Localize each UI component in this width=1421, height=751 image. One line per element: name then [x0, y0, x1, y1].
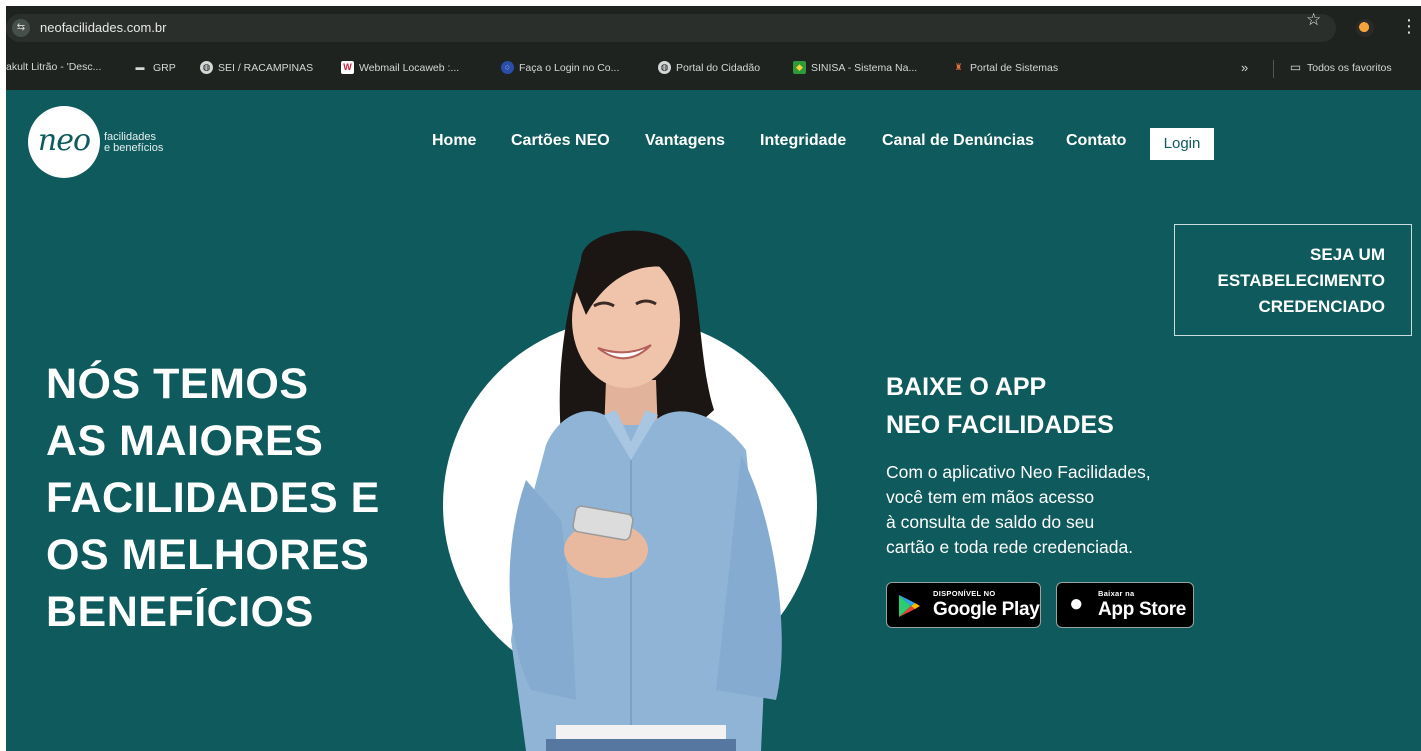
logo-mark: neo: [37, 123, 91, 158]
browser-window: ⇆ neofacilidades.com.br ☆ ⋮ akult Litrão…: [6, 6, 1421, 751]
all-favorites-button[interactable]: ▭ Todos os favoritos: [1289, 61, 1392, 74]
bookmark-item[interactable]: ○ Faça o Login no Co...: [501, 61, 619, 74]
bookmark-star-icon[interactable]: ☆: [1306, 10, 1321, 30]
nav-canal-de-denuncias[interactable]: Canal de Denúncias: [882, 132, 1034, 150]
webmail-icon: W: [341, 61, 354, 74]
app-description-line: você tem em mãos acesso: [886, 487, 1095, 507]
site-logo[interactable]: neo: [28, 106, 100, 178]
nav-vantagens[interactable]: Vantagens: [645, 132, 725, 150]
google-play-icon: [899, 595, 920, 617]
site-info-icon[interactable]: ⇆: [12, 19, 30, 37]
nav-integridade[interactable]: Integridade: [760, 132, 846, 150]
bookmarks-bar: akult Litrão - 'Desc... ▬ GRP ◍ SEI / RA…: [6, 48, 1421, 90]
nav-contato[interactable]: Contato: [1066, 132, 1126, 150]
logo-tagline: facilidades e benefícios: [104, 131, 164, 154]
google-play-big-text: Google Play: [933, 599, 1040, 620]
bookmark-item[interactable]: ▬ GRP: [132, 61, 176, 74]
login-button[interactable]: Login: [1150, 128, 1214, 160]
app-store-button[interactable]: ● Baixar na App Store: [1056, 582, 1194, 628]
app-description-line: Com o aplicativo Neo Facilidades,: [886, 462, 1151, 482]
hero-headline-line: AS MAIORES: [46, 417, 324, 465]
url-text[interactable]: neofacilidades.com.br: [40, 20, 166, 35]
flag-icon: ◆: [793, 61, 806, 74]
login-icon: ○: [501, 61, 514, 74]
bookmark-item[interactable]: W Webmail Locaweb :...: [341, 61, 459, 74]
bookmarks-divider: [1273, 60, 1274, 78]
hero-headline-line: OS MELHORES: [46, 531, 370, 579]
bookmark-item[interactable]: ◆ SINISA - Sistema Na...: [793, 61, 917, 74]
globe-icon: ◍: [200, 61, 213, 74]
app-title-line: BAIXE O APP: [886, 373, 1047, 401]
url-field[interactable]: ⇆ neofacilidades.com.br: [6, 14, 1336, 42]
website: neo facilidades e benefícios Home Cartõe…: [6, 90, 1421, 751]
bookmark-item[interactable]: akult Litrão - 'Desc...: [6, 61, 101, 73]
bookmark-item[interactable]: ◍ Portal do Cidadão: [658, 61, 760, 74]
address-bar: ⇆ neofacilidades.com.br ☆ ⋮: [6, 6, 1421, 48]
more-bookmarks-button[interactable]: »: [1241, 60, 1248, 75]
hero-headline-line: BENEFÍCIOS: [46, 588, 314, 636]
tower-icon: ♜: [954, 62, 963, 72]
apple-icon: ●: [1069, 590, 1084, 617]
app-description-line: cartão e toda rede credenciada.: [886, 537, 1134, 557]
credenciado-button[interactable]: SEJA UM ESTABELECIMENTO CREDENCIADO: [1174, 224, 1412, 336]
app-description-line: à consulta de saldo do seu: [886, 512, 1095, 532]
car-icon: ▬: [135, 62, 145, 72]
google-play-button[interactable]: DISPONÍVEL NO Google Play: [886, 582, 1041, 628]
profile-avatar[interactable]: [1356, 19, 1374, 37]
hero-headline-line: FACILIDADES E: [46, 474, 380, 522]
hero-headline-line: NÓS TEMOS: [46, 360, 309, 408]
nav-cartoes-neo[interactable]: Cartões NEO: [511, 132, 610, 150]
folder-icon: ▭: [1289, 60, 1302, 74]
google-play-small-text: DISPONÍVEL NO: [933, 589, 996, 598]
bookmark-item[interactable]: ♜ Portal de Sistemas: [952, 61, 1058, 74]
menu-kebab-icon[interactable]: ⋮: [1400, 16, 1418, 37]
globe-icon: ◍: [658, 61, 671, 74]
hero-photo-woman: [486, 220, 806, 751]
app-title-line: NEO FACILIDADES: [886, 411, 1114, 439]
app-store-small-text: Baixar na: [1098, 589, 1135, 598]
bookmark-item[interactable]: ◍ SEI / RACAMPINAS: [200, 61, 313, 74]
app-store-big-text: App Store: [1098, 599, 1187, 620]
nav-home[interactable]: Home: [432, 132, 476, 150]
